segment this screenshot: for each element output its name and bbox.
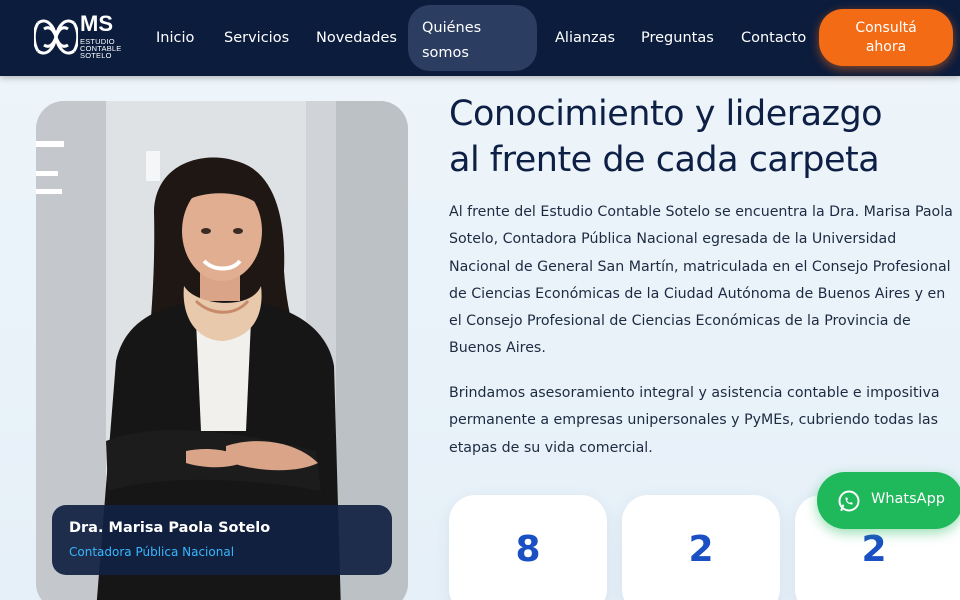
whatsapp-icon <box>838 490 860 512</box>
nav-quienes-somos-line2: somos <box>422 45 469 61</box>
cta-line1: Consultá <box>855 20 917 36</box>
logo-line-3: SOTELO <box>80 51 112 60</box>
logo[interactable]: MS ESTUDIO CONTABLE SOTELO <box>34 11 124 61</box>
stat-card: 8 <box>449 495 607 600</box>
cta-line2: ahora <box>865 39 907 55</box>
stat-card: 2 <box>622 495 780 600</box>
consulta-ahora-button[interactable]: Consultá ahora <box>819 9 953 66</box>
title-line-2: al frente de cada carpeta <box>449 140 880 180</box>
nav-novedades[interactable]: Novedades <box>316 29 397 47</box>
stat-value: 2 <box>688 529 714 570</box>
whatsapp-button[interactable]: WhatsApp <box>817 472 960 529</box>
stat-value: 2 <box>861 529 887 570</box>
profile-name: Dra. Marisa Paola Sotelo <box>69 520 271 536</box>
nav-contacto[interactable]: Contacto <box>741 29 806 47</box>
nav-preguntas[interactable]: Preguntas <box>641 29 714 47</box>
nav-alianzas[interactable]: Alianzas <box>555 29 615 47</box>
services-paragraph: Brindamos asesoramiento integral y asist… <box>449 385 940 456</box>
nav-inicio[interactable]: Inicio <box>156 29 194 47</box>
site-header: MS ESTUDIO CONTABLE SOTELO Inicio Servic… <box>0 0 960 76</box>
nav-servicios[interactable]: Servicios <box>224 29 289 47</box>
intro-paragraph: Al frente del Estudio Contable Sotelo se… <box>449 204 953 357</box>
profile-caption: Dra. Marisa Paola Sotelo Contadora Públi… <box>52 505 392 575</box>
whatsapp-label: WhatsApp <box>871 491 945 507</box>
stat-value: 8 <box>515 529 541 570</box>
nav-quienes-somos-line1: Quiénes <box>422 20 482 36</box>
profile-role: Contadora Pública Nacional <box>69 545 235 559</box>
nav-quienes-somos[interactable]: Quiénes somos <box>408 5 537 71</box>
title-line-1: Conocimiento y liderazgo <box>449 94 883 134</box>
page-title: Conocimiento y liderazgo al frente de ca… <box>449 91 929 183</box>
logo-icon <box>34 19 78 55</box>
logo-monogram: MS <box>80 11 113 36</box>
